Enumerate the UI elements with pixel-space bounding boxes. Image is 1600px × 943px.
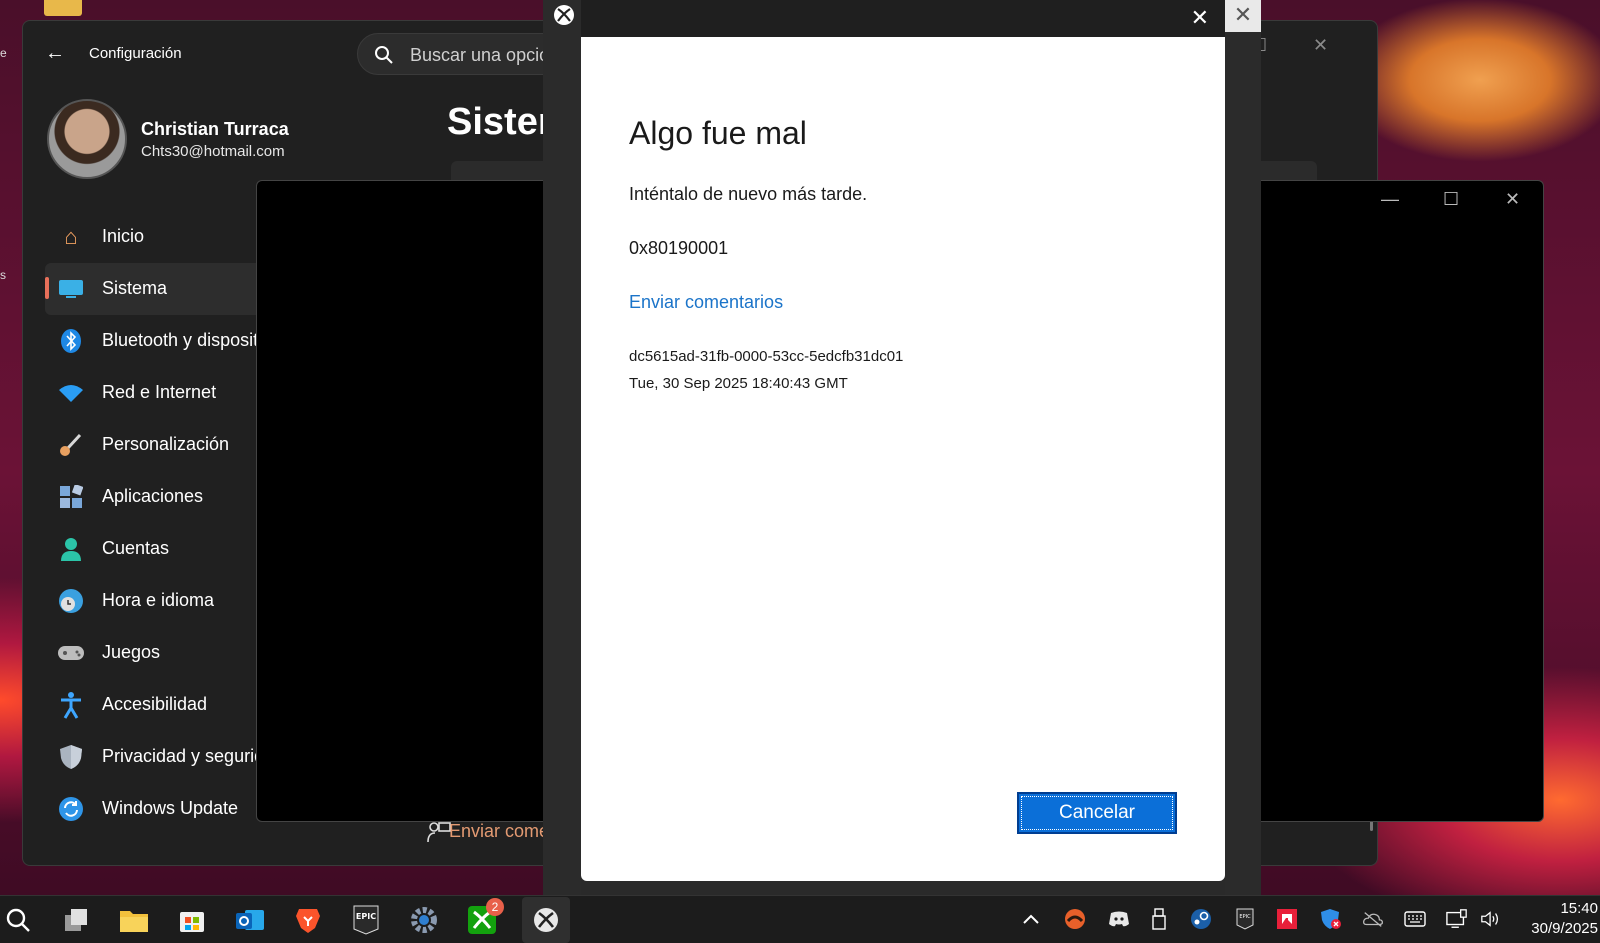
outlook-icon[interactable] [234, 904, 266, 936]
minimize-button[interactable]: — [1381, 189, 1399, 210]
defender-icon[interactable] [1320, 908, 1342, 930]
dialog-titlebar: ✕ [581, 0, 1225, 37]
sidebar-item-label: Inicio [102, 226, 145, 246]
desktop-folder-icon[interactable] [44, 0, 82, 16]
xbox-active-icon[interactable] [522, 897, 570, 943]
globe-clock-icon [57, 587, 85, 615]
app-title: Configuración [89, 45, 182, 62]
monitor-icon [57, 275, 85, 303]
bluetooth-icon [57, 327, 85, 355]
sidebar-item-label: Red e Internet [102, 382, 217, 402]
clock-time[interactable]: 15:40 [1560, 900, 1598, 917]
desktop-icon-label-fragment: s [0, 268, 6, 282]
person-icon [57, 535, 85, 563]
chevron-up-icon[interactable] [1020, 908, 1042, 930]
volume-icon[interactable] [1480, 908, 1502, 930]
search-icon [375, 46, 393, 64]
keyboard-icon[interactable] [1404, 908, 1426, 930]
notification-badge: 2 [486, 898, 504, 916]
steam-icon[interactable] [1190, 908, 1212, 930]
error-code: 0x80190001 [629, 238, 729, 258]
game-tray-icon[interactable] [1064, 908, 1086, 930]
file-explorer-icon[interactable] [118, 904, 150, 936]
feedback-icon [427, 821, 451, 843]
send-feedback-link[interactable]: Enviar comentarios [629, 292, 783, 313]
error-dialog: Algo fue mal Inténtalo de nuevo más tard… [581, 37, 1225, 881]
correlation-id: dc5615ad-31fb-0000-53cc-5edcfb31dc01 [629, 348, 904, 365]
dialog-close-button[interactable]: ✕ [1191, 5, 1209, 31]
update-icon [57, 795, 85, 823]
dialog-title: Algo fue mal [629, 115, 807, 151]
shield-icon [57, 743, 85, 771]
sidebar-item-label: Hora e idioma [102, 590, 215, 610]
settings-gear-icon[interactable] [408, 904, 440, 936]
taskbar: EPIC 2 EPIC 15:40 30/9/2025 [0, 895, 1600, 943]
user-name: Christian Turraca [141, 119, 289, 139]
sidebar-item-label: Sistema [102, 278, 168, 298]
close-button[interactable]: ✕ [1313, 35, 1328, 56]
host-frame-right: ✕ [1225, 0, 1261, 895]
brush-icon [57, 431, 85, 459]
user-email: Chts30@hotmail.com [141, 143, 285, 160]
accessibility-icon [57, 691, 85, 719]
onedrive-icon[interactable] [1362, 908, 1384, 930]
network-icon[interactable] [1446, 908, 1468, 930]
search-icon[interactable] [2, 904, 34, 936]
apps-icon [57, 483, 85, 511]
gamepad-icon [57, 639, 85, 667]
maximize-button[interactable]: ☐ [1443, 189, 1459, 210]
back-button[interactable]: ← [43, 41, 67, 65]
sidebar-item-label: Cuentas [102, 538, 170, 558]
cancel-button[interactable]: Cancelar [1017, 792, 1177, 834]
home-icon: ⌂ [64, 224, 78, 249]
svg-text:EPIC: EPIC [1239, 914, 1251, 920]
epic-games-icon[interactable]: EPIC [350, 904, 382, 936]
xbox-dialog-host: ✕ ✕ Algo fue mal Inténtalo de nuevo más … [543, 0, 1261, 895]
epic-tray-icon[interactable]: EPIC [1234, 908, 1256, 930]
svg-text:EPIC: EPIC [356, 912, 376, 921]
xbox-icon [554, 5, 574, 25]
error-timestamp: Tue, 30 Sep 2025 18:40:43 GMT [629, 375, 848, 392]
sidebar-item-label: Aplicaciones [102, 486, 204, 506]
sidebar-item-label: Juegos [102, 642, 161, 662]
avatar[interactable] [47, 99, 127, 179]
brave-icon[interactable] [292, 904, 324, 936]
close-button[interactable]: ✕ [1505, 189, 1520, 210]
sidebar-item-label: Personalización [102, 434, 230, 454]
clock-date[interactable]: 30/9/2025 [1531, 920, 1598, 937]
dialog-message: Inténtalo de nuevo más tarde. [629, 184, 868, 204]
xbox-app-icon[interactable]: 2 [466, 898, 504, 936]
usb-icon[interactable] [1148, 908, 1170, 930]
microsoft-store-icon[interactable] [176, 904, 208, 936]
wifi-icon [57, 379, 85, 407]
amd-icon[interactable] [1276, 908, 1298, 930]
discord-icon[interactable] [1108, 908, 1130, 930]
sidebar-item-label: Accesibilidad [102, 694, 208, 714]
desktop-icon-label-fragment: e [0, 46, 7, 60]
host-frame-left [543, 0, 581, 895]
task-view-icon[interactable] [60, 904, 92, 936]
host-close-button[interactable]: ✕ [1225, 0, 1261, 32]
sidebar-item-label: Windows Update [102, 798, 239, 818]
